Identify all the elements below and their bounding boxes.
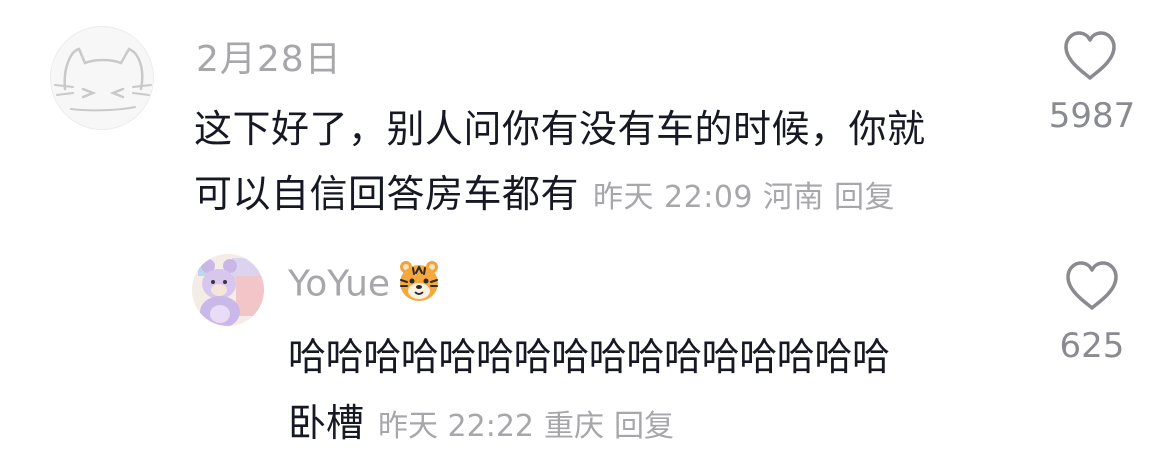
- like-count: 5987: [1048, 96, 1136, 136]
- tiger-face-icon: [396, 258, 442, 313]
- comment-text-line-2: 可以自信回答房车都有: [194, 172, 580, 216]
- avatar[interactable]: [50, 26, 154, 130]
- reply-button[interactable]: 回复: [834, 180, 895, 215]
- comment-text-line-2-row: 可以自信回答房车都有 昨天 22:09 河南 回复: [194, 163, 895, 218]
- heart-icon: [1066, 261, 1118, 310]
- comment-author[interactable]: 2月28日: [196, 30, 342, 82]
- comment-item: 2月28日 这下好了，别人问你有没有车的时候，你就 可以自信回答房车都有 昨天 2…: [0, 0, 1170, 230]
- bear-toy-icon: [192, 254, 264, 326]
- avatar[interactable]: [192, 254, 264, 326]
- reply-time: 昨天 22:22: [378, 409, 535, 444]
- comment-text-line-1: 这下好了，别人问你有没有车的时候，你就: [194, 107, 926, 151]
- reply-text-line-1: 哈哈哈哈哈哈哈哈哈哈哈哈哈哈哈哈: [288, 335, 890, 379]
- reply-location: 重庆: [544, 409, 605, 444]
- like-button[interactable]: [1064, 260, 1120, 312]
- like-count: 625: [1059, 326, 1125, 366]
- comment-location: 河南: [763, 180, 825, 215]
- reply-author[interactable]: YoYue: [288, 258, 442, 313]
- cat-doodle-icon: [54, 47, 152, 112]
- reply-text-line-2: 卧槽: [288, 401, 365, 445]
- reply-button[interactable]: 回复: [614, 409, 674, 444]
- comment-time: 昨天 22:09: [593, 180, 754, 215]
- reply-author-name: YoYue: [288, 263, 391, 305]
- reply-text-line-2-row: 卧槽 昨天 22:22 重庆 回复: [288, 392, 674, 447]
- reply-item: YoYue 哈哈哈哈哈哈哈哈哈哈哈哈哈哈哈哈 卧槽昨天 22:22 重庆回复: [0, 240, 1170, 474]
- heart-icon: [1064, 31, 1116, 80]
- like-button[interactable]: [1062, 30, 1118, 82]
